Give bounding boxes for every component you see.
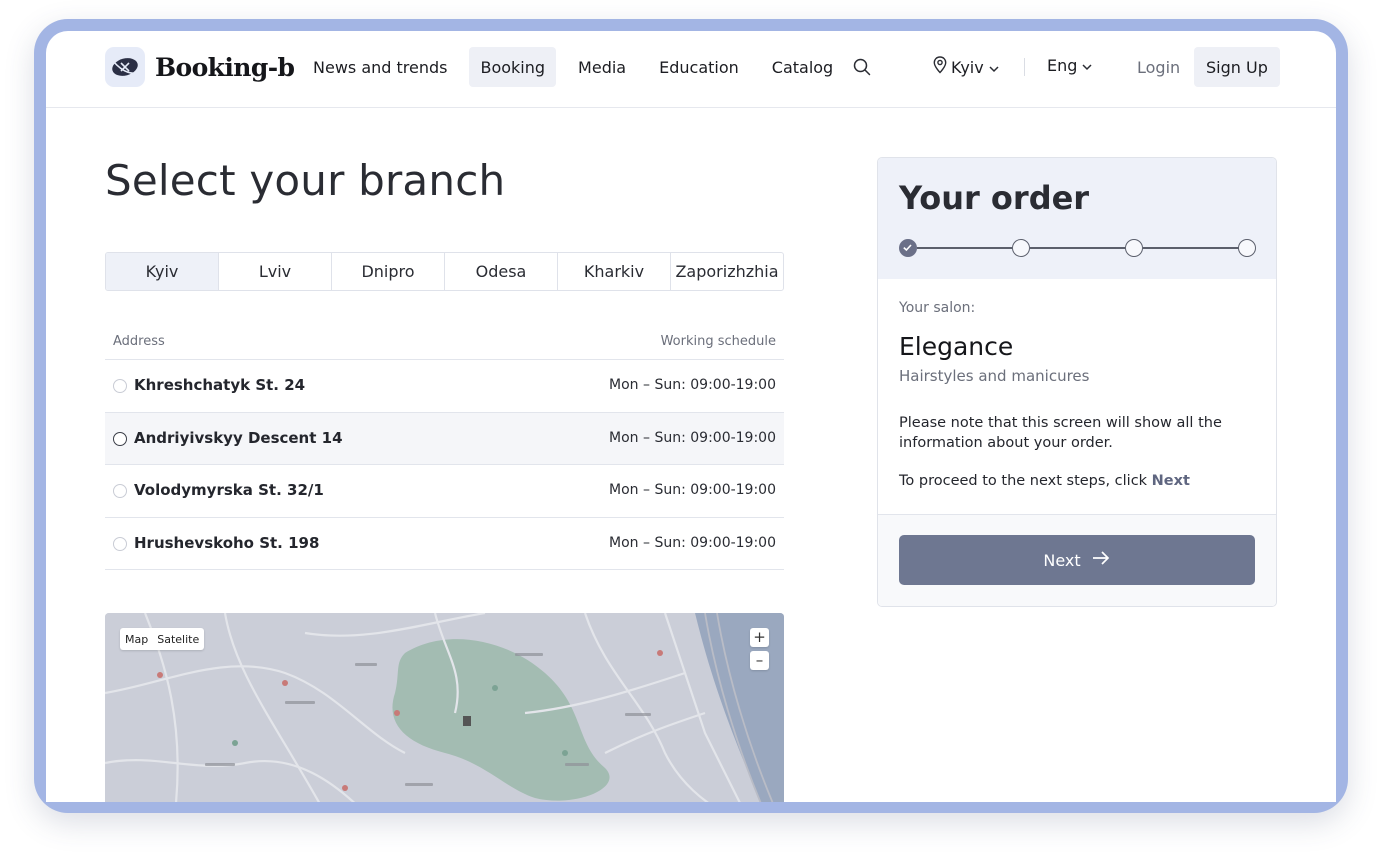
site-header: Booking-b News and trends Booking Media … <box>46 31 1336 108</box>
branch-list: Khreshchatyk St. 24 Mon – Sun: 09:00-19:… <box>105 360 784 570</box>
branch-address: Volodymyrska St. 32/1 <box>134 481 324 499</box>
branch-row[interactable]: Hrushevskoho St. 198 Mon – Sun: 09:00-19… <box>105 518 784 570</box>
step-1-complete <box>899 239 917 257</box>
progress-line <box>1143 247 1239 249</box>
order-proceed-hint: To proceed to the next steps, click Next <box>899 473 1190 489</box>
order-progress <box>899 238 1257 258</box>
progress-line <box>917 247 1012 249</box>
branch-row[interactable]: Volodymyrska St. 32/1 Mon – Sun: 09:00-1… <box>105 465 784 518</box>
language-select[interactable]: Eng <box>1047 56 1093 75</box>
main-nav: News and trends Booking Media Education … <box>302 47 855 87</box>
chevron-down-icon <box>1081 56 1093 75</box>
language-select-label: Eng <box>1047 56 1078 75</box>
next-button-label: Next <box>1043 550 1081 570</box>
proceed-next-word: Next <box>1151 473 1190 489</box>
nav-catalog[interactable]: Catalog <box>761 47 844 87</box>
branch-schedule: Mon – Sun: 09:00-19:00 <box>609 377 776 393</box>
arrow-right-icon <box>1091 550 1111 570</box>
branch-address: Hrushevskoho St. 198 <box>134 533 320 552</box>
search-icon[interactable] <box>852 57 872 77</box>
branch-map[interactable]: Map Satelite + – <box>105 613 784 802</box>
location-pin-icon <box>933 56 947 78</box>
zoom-out-button[interactable]: – <box>750 651 769 670</box>
tab-dnipro[interactable]: Dnipro <box>332 253 445 290</box>
branch-schedule: Mon – Sun: 09:00-19:00 <box>609 429 776 446</box>
nav-booking[interactable]: Booking <box>469 47 557 87</box>
map-type-map[interactable]: Map <box>125 633 148 646</box>
next-button[interactable]: Next <box>899 535 1255 585</box>
tab-odesa[interactable]: Odesa <box>445 253 558 290</box>
tab-lviv[interactable]: Lviv <box>219 253 332 290</box>
proceed-text: To proceed to the next steps, click <box>899 473 1148 489</box>
branch-address: Andriyivskyy Descent 14 <box>134 428 343 447</box>
order-note: Please note that this screen will show a… <box>899 415 1222 451</box>
order-title: Your order <box>899 179 1090 217</box>
order-card-footer: Next <box>878 515 1276 606</box>
zoom-in-button[interactable]: + <box>750 628 769 647</box>
header-divider <box>1024 58 1025 76</box>
branch-radio[interactable] <box>113 379 127 393</box>
login-button[interactable]: Login <box>1128 47 1189 87</box>
city-select-label: Kyiv <box>951 57 984 77</box>
branch-address: Khreshchatyk St. 24 <box>134 376 306 394</box>
tab-kharkiv[interactable]: Kharkiv <box>558 253 671 290</box>
nav-media[interactable]: Media <box>567 47 637 87</box>
branch-table-header: Address Working schedule <box>105 329 784 360</box>
tab-kyiv[interactable]: Kyiv <box>106 253 219 290</box>
branch-schedule: Mon – Sun: 09:00-19:00 <box>609 482 776 498</box>
branch-schedule: Mon – Sun: 09:00-19:00 <box>609 534 776 551</box>
column-header-schedule: Working schedule <box>660 334 776 349</box>
map-canvas <box>105 613 784 802</box>
salon-name: Elegance <box>899 332 1014 361</box>
city-select[interactable]: Kyiv <box>933 56 1000 78</box>
salon-description: Hairstyles and manicures <box>899 367 1090 385</box>
signup-button[interactable]: Sign Up <box>1194 47 1280 87</box>
logo[interactable]: Booking-b <box>105 47 295 87</box>
logo-icon <box>105 47 145 87</box>
chevron-down-icon <box>988 58 1000 77</box>
nav-news-and-trends[interactable]: News and trends <box>302 47 458 87</box>
nav-education[interactable]: Education <box>648 47 750 87</box>
check-icon <box>903 244 912 252</box>
map-type-satellite[interactable]: Satelite <box>157 633 199 646</box>
order-card-header: Your order <box>878 158 1276 279</box>
logo-text: Booking-b <box>155 52 295 82</box>
branch-radio[interactable] <box>113 536 127 551</box>
branch-row[interactable]: Andriyivskyy Descent 14 Mon – Sun: 09:00… <box>105 412 784 465</box>
branch-radio[interactable] <box>113 431 127 446</box>
order-card: Your order Your salon: Elegance Hairstyl… <box>877 157 1277 607</box>
map-type-toggle: Map Satelite <box>120 628 205 650</box>
column-header-address: Address <box>113 334 165 349</box>
salon-label: Your salon: <box>899 300 976 316</box>
branch-radio[interactable] <box>113 484 127 498</box>
page-title: Select your branch <box>105 156 506 205</box>
step-4 <box>1238 239 1256 257</box>
progress-line <box>1030 247 1125 249</box>
branch-row[interactable]: Khreshchatyk St. 24 Mon – Sun: 09:00-19:… <box>105 360 784 413</box>
step-2 <box>1012 239 1030 257</box>
step-3 <box>1125 239 1143 257</box>
tab-zaporizhzhia[interactable]: Zaporizhzhia <box>671 253 783 290</box>
browser-window: Booking-b News and trends Booking Media … <box>46 31 1336 802</box>
city-tabs: Kyiv Lviv Dnipro Odesa Kharkiv Zaporizhz… <box>105 252 784 291</box>
